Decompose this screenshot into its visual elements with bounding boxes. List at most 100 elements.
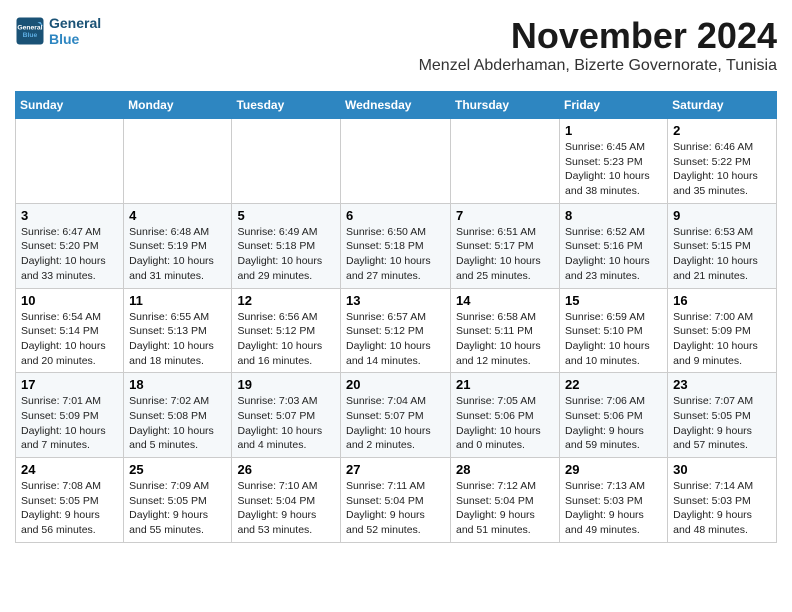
day-header-thursday: Thursday [451,92,560,119]
calendar-cell [341,119,451,204]
calendar-cell: 4Sunrise: 6:48 AM Sunset: 5:19 PM Daylig… [124,203,232,288]
day-info: Sunrise: 7:04 AM Sunset: 5:07 PM Dayligh… [346,394,445,453]
calendar-cell: 29 Sunrise: 7:13 AM Sunset: 5:03 PM Dayli… [560,458,668,543]
day-number: 15 [565,293,662,308]
day-info: Sunrise: 7:12 AM Sunset: 5:04 PM Dayligh… [456,479,554,538]
day-info: Sunrise: 6:49 AM Sunset: 5:18 PM Dayligh… [237,225,335,284]
calendar-cell: 3 Sunrise: 6:47 AM Sunset: 5:20 PM Daylig… [16,203,124,288]
day-info: Sunrise: 6:57 AM Sunset: 5:12 PM Dayligh… [346,310,445,369]
calendar-cell: 6 Sunrise: 6:50 AM Sunset: 5:18 PM Daylig… [341,203,451,288]
day-number: 5 [237,208,335,223]
day-number: 25 [129,462,226,477]
day-info: Sunrise: 6:54 AM Sunset: 5:14 PM Dayligh… [21,310,118,369]
day-info: Sunrise: 7:07 AM Sunset: 5:05 PM Dayligh… [673,394,771,453]
calendar-cell: 14 Sunrise: 6:58 AM Sunset: 5:11 PM Dayli… [451,288,560,373]
day-number: 26 [237,462,335,477]
calendar-cell: 19 Sunrise: 7:03 AM Sunset: 5:07 PM Dayli… [232,373,341,458]
day-number: 20 [346,377,445,392]
month-title: November 2024 [419,15,777,57]
day-info: Sunrise: 6:58 AM Sunset: 5:11 PM Dayligh… [456,310,554,369]
calendar-table: SundayMondayTuesdayWednesdayThursdayFrid… [15,91,777,543]
calendar-cell: 12 Sunrise: 6:56 AM Sunset: 5:12 PM Dayli… [232,288,341,373]
day-info: Sunrise: 7:03 AM Sunset: 5:07 PM Dayligh… [237,394,335,453]
day-info: Sunrise: 7:05 AM Sunset: 5:06 PM Dayligh… [456,394,554,453]
day-info: Sunrise: 6:59 AM Sunset: 5:10 PM Dayligh… [565,310,662,369]
day-info: Sunrise: 7:00 AM Sunset: 5:09 PM Dayligh… [673,310,771,369]
day-number: 13 [346,293,445,308]
day-info: Sunrise: 6:53 AM Sunset: 5:15 PM Dayligh… [673,225,771,284]
day-info: Sunrise: 7:14 AM Sunset: 5:03 PM Dayligh… [673,479,771,538]
day-info: Sunrise: 7:01 AM Sunset: 5:09 PM Dayligh… [21,394,118,453]
calendar-cell: 11Sunrise: 6:55 AM Sunset: 5:13 PM Dayli… [124,288,232,373]
day-number: 27 [346,462,445,477]
calendar-cell: 26 Sunrise: 7:10 AM Sunset: 5:04 PM Dayli… [232,458,341,543]
day-header-monday: Monday [124,92,232,119]
calendar-cell: 5 Sunrise: 6:49 AM Sunset: 5:18 PM Daylig… [232,203,341,288]
day-info: Sunrise: 6:50 AM Sunset: 5:18 PM Dayligh… [346,225,445,284]
day-number: 2 [673,123,771,138]
day-info: Sunrise: 7:10 AM Sunset: 5:04 PM Dayligh… [237,479,335,538]
day-number: 12 [237,293,335,308]
calendar-cell: 7 Sunrise: 6:51 AM Sunset: 5:17 PM Daylig… [451,203,560,288]
day-info: Sunrise: 6:46 AM Sunset: 5:22 PM Dayligh… [673,140,771,199]
calendar-cell: 28 Sunrise: 7:12 AM Sunset: 5:04 PM Dayli… [451,458,560,543]
day-number: 22 [565,377,662,392]
day-number: 14 [456,293,554,308]
calendar-cell: 23 Sunrise: 7:07 AM Sunset: 5:05 PM Dayli… [668,373,777,458]
calendar-cell: 22 Sunrise: 7:06 AM Sunset: 5:06 PM Dayli… [560,373,668,458]
logo-text: General Blue [49,15,101,47]
calendar-cell: 13 Sunrise: 6:57 AM Sunset: 5:12 PM Dayli… [341,288,451,373]
day-number: 6 [346,208,445,223]
calendar-cell [124,119,232,204]
calendar-cell [451,119,560,204]
day-info: Sunrise: 6:45 AM Sunset: 5:23 PM Dayligh… [565,140,662,199]
day-number: 9 [673,208,771,223]
day-header-wednesday: Wednesday [341,92,451,119]
day-info: Sunrise: 7:06 AM Sunset: 5:06 PM Dayligh… [565,394,662,453]
calendar-cell: 25Sunrise: 7:09 AM Sunset: 5:05 PM Dayli… [124,458,232,543]
day-number: 16 [673,293,771,308]
day-info: Sunrise: 6:52 AM Sunset: 5:16 PM Dayligh… [565,225,662,284]
logo: General Blue General Blue [15,15,101,47]
calendar-cell: 10 Sunrise: 6:54 AM Sunset: 5:14 PM Dayli… [16,288,124,373]
calendar-cell: 18 Sunrise: 7:02 AM Sunset: 5:08 PM Dayli… [124,373,232,458]
svg-text:Blue: Blue [23,32,38,39]
calendar-cell: 21 Sunrise: 7:05 AM Sunset: 5:06 PM Dayli… [451,373,560,458]
day-info: Sunrise: 6:47 AM Sunset: 5:20 PM Dayligh… [21,225,118,284]
day-number: 8 [565,208,662,223]
day-number: 3 [21,208,118,223]
day-number: 28 [456,462,554,477]
calendar-cell: 24Sunrise: 7:08 AM Sunset: 5:05 PM Dayli… [16,458,124,543]
calendar-cell: 20 Sunrise: 7:04 AM Sunset: 5:07 PM Dayli… [341,373,451,458]
calendar-cell [232,119,341,204]
calendar-cell: 15 Sunrise: 6:59 AM Sunset: 5:10 PM Dayli… [560,288,668,373]
calendar-cell: 9 Sunrise: 6:53 AM Sunset: 5:15 PM Daylig… [668,203,777,288]
day-number: 21 [456,377,554,392]
day-header-friday: Friday [560,92,668,119]
day-number: 18 [129,377,226,392]
day-info: Sunrise: 7:13 AM Sunset: 5:03 PM Dayligh… [565,479,662,538]
calendar-cell: 27 Sunrise: 7:11 AM Sunset: 5:04 PM Dayli… [341,458,451,543]
calendar-cell: 8 Sunrise: 6:52 AM Sunset: 5:16 PM Daylig… [560,203,668,288]
day-info: Sunrise: 6:51 AM Sunset: 5:17 PM Dayligh… [456,225,554,284]
day-number: 30 [673,462,771,477]
day-info: Sunrise: 6:56 AM Sunset: 5:12 PM Dayligh… [237,310,335,369]
day-number: 19 [237,377,335,392]
day-info: Sunrise: 7:11 AM Sunset: 5:04 PM Dayligh… [346,479,445,538]
day-info: Sunrise: 6:55 AM Sunset: 5:13 PM Dayligh… [129,310,226,369]
day-header-tuesday: Tuesday [232,92,341,119]
day-number: 17 [21,377,118,392]
calendar-cell: 16 Sunrise: 7:00 AM Sunset: 5:09 PM Dayli… [668,288,777,373]
calendar-cell [16,119,124,204]
day-number: 29 [565,462,662,477]
day-number: 7 [456,208,554,223]
day-header-saturday: Saturday [668,92,777,119]
day-info: Sunrise: 7:08 AM Sunset: 5:05 PM Dayligh… [21,479,118,538]
day-number: 23 [673,377,771,392]
day-number: 1 [565,123,662,138]
svg-text:General: General [17,25,42,32]
day-number: 10 [21,293,118,308]
day-info: Sunrise: 7:02 AM Sunset: 5:08 PM Dayligh… [129,394,226,453]
logo-icon: General Blue [15,16,45,46]
calendar-cell: 2 Sunrise: 6:46 AM Sunset: 5:22 PM Daylig… [668,119,777,204]
